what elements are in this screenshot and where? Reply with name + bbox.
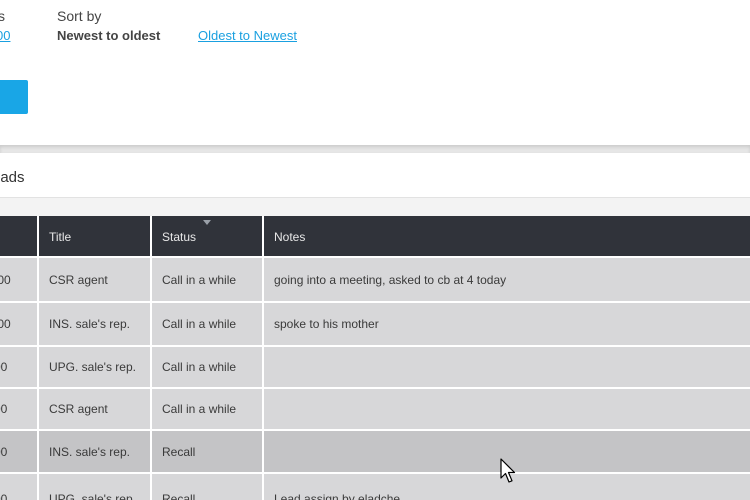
table-row[interactable]: 00UPG. sale's rep.RecallLead assign by e… — [0, 474, 750, 500]
cell-title: UPG. sale's rep. — [37, 474, 150, 500]
cell-notes — [262, 347, 750, 387]
table-row[interactable]: 00CSR agentCall in a while — [0, 389, 750, 429]
cell-status: Recall — [150, 431, 262, 472]
cell-title: CSR agent — [37, 258, 150, 301]
sort-by-label: Sort by — [57, 8, 102, 24]
filter-label: s — [0, 8, 5, 24]
table-row[interactable]: :00INS. sale's rep.Call in a whilespoke … — [0, 303, 750, 345]
table-row[interactable]: :00CSR agentCall in a whilegoing into a … — [0, 258, 750, 301]
cell-title: CSR agent — [37, 389, 150, 429]
cell-status: Call in a while — [150, 389, 262, 429]
cell-time: 00 — [0, 431, 37, 472]
column-header-notes[interactable]: Notes — [262, 216, 750, 256]
cell-time: :00 — [0, 303, 37, 345]
cell-notes: going into a meeting, asked to cb at 4 t… — [262, 258, 750, 301]
filter-value-link[interactable]: 00 — [0, 28, 10, 43]
refresh-button[interactable] — [0, 80, 28, 114]
cell-status: Call in a while — [150, 258, 262, 301]
mouse-cursor-icon — [500, 458, 516, 483]
column-header-title[interactable]: Title — [37, 216, 150, 256]
refresh-icon — [0, 88, 10, 108]
cell-status: Recall — [150, 474, 262, 500]
table-row[interactable]: 00UPG. sale's rep.Call in a while — [0, 347, 750, 387]
cell-time: 00 — [0, 474, 37, 500]
section-divider — [0, 145, 750, 153]
leads-section-header: eads — [0, 153, 750, 198]
leads-table: Title Status Notes :00CSR agentCall in a… — [0, 216, 750, 500]
table-row[interactable]: 00INS. sale's rep.Recall — [0, 431, 750, 472]
sort-newest-option: Newest to oldest — [57, 28, 161, 43]
section-title: eads — [0, 169, 25, 186]
cell-time: 00 — [0, 389, 37, 429]
column-header-status[interactable]: Status — [150, 216, 262, 256]
cell-status: Call in a while — [150, 347, 262, 387]
table-header: Title Status Notes — [0, 216, 750, 256]
cell-time: :00 — [0, 258, 37, 301]
column-header-time[interactable] — [0, 216, 37, 256]
sort-caret-icon — [203, 220, 211, 225]
cell-notes — [262, 389, 750, 429]
cell-status: Call in a while — [150, 303, 262, 345]
cell-title: UPG. sale's rep. — [37, 347, 150, 387]
cell-time: 00 — [0, 347, 37, 387]
cell-title: INS. sale's rep. — [37, 431, 150, 472]
table-gap — [0, 198, 750, 216]
sort-oldest-link[interactable]: Oldest to Newest — [198, 28, 297, 43]
cell-notes: spoke to his mother — [262, 303, 750, 345]
cell-title: INS. sale's rep. — [37, 303, 150, 345]
filter-panel: s 00 Sort by Newest to oldest Oldest to … — [0, 0, 750, 145]
